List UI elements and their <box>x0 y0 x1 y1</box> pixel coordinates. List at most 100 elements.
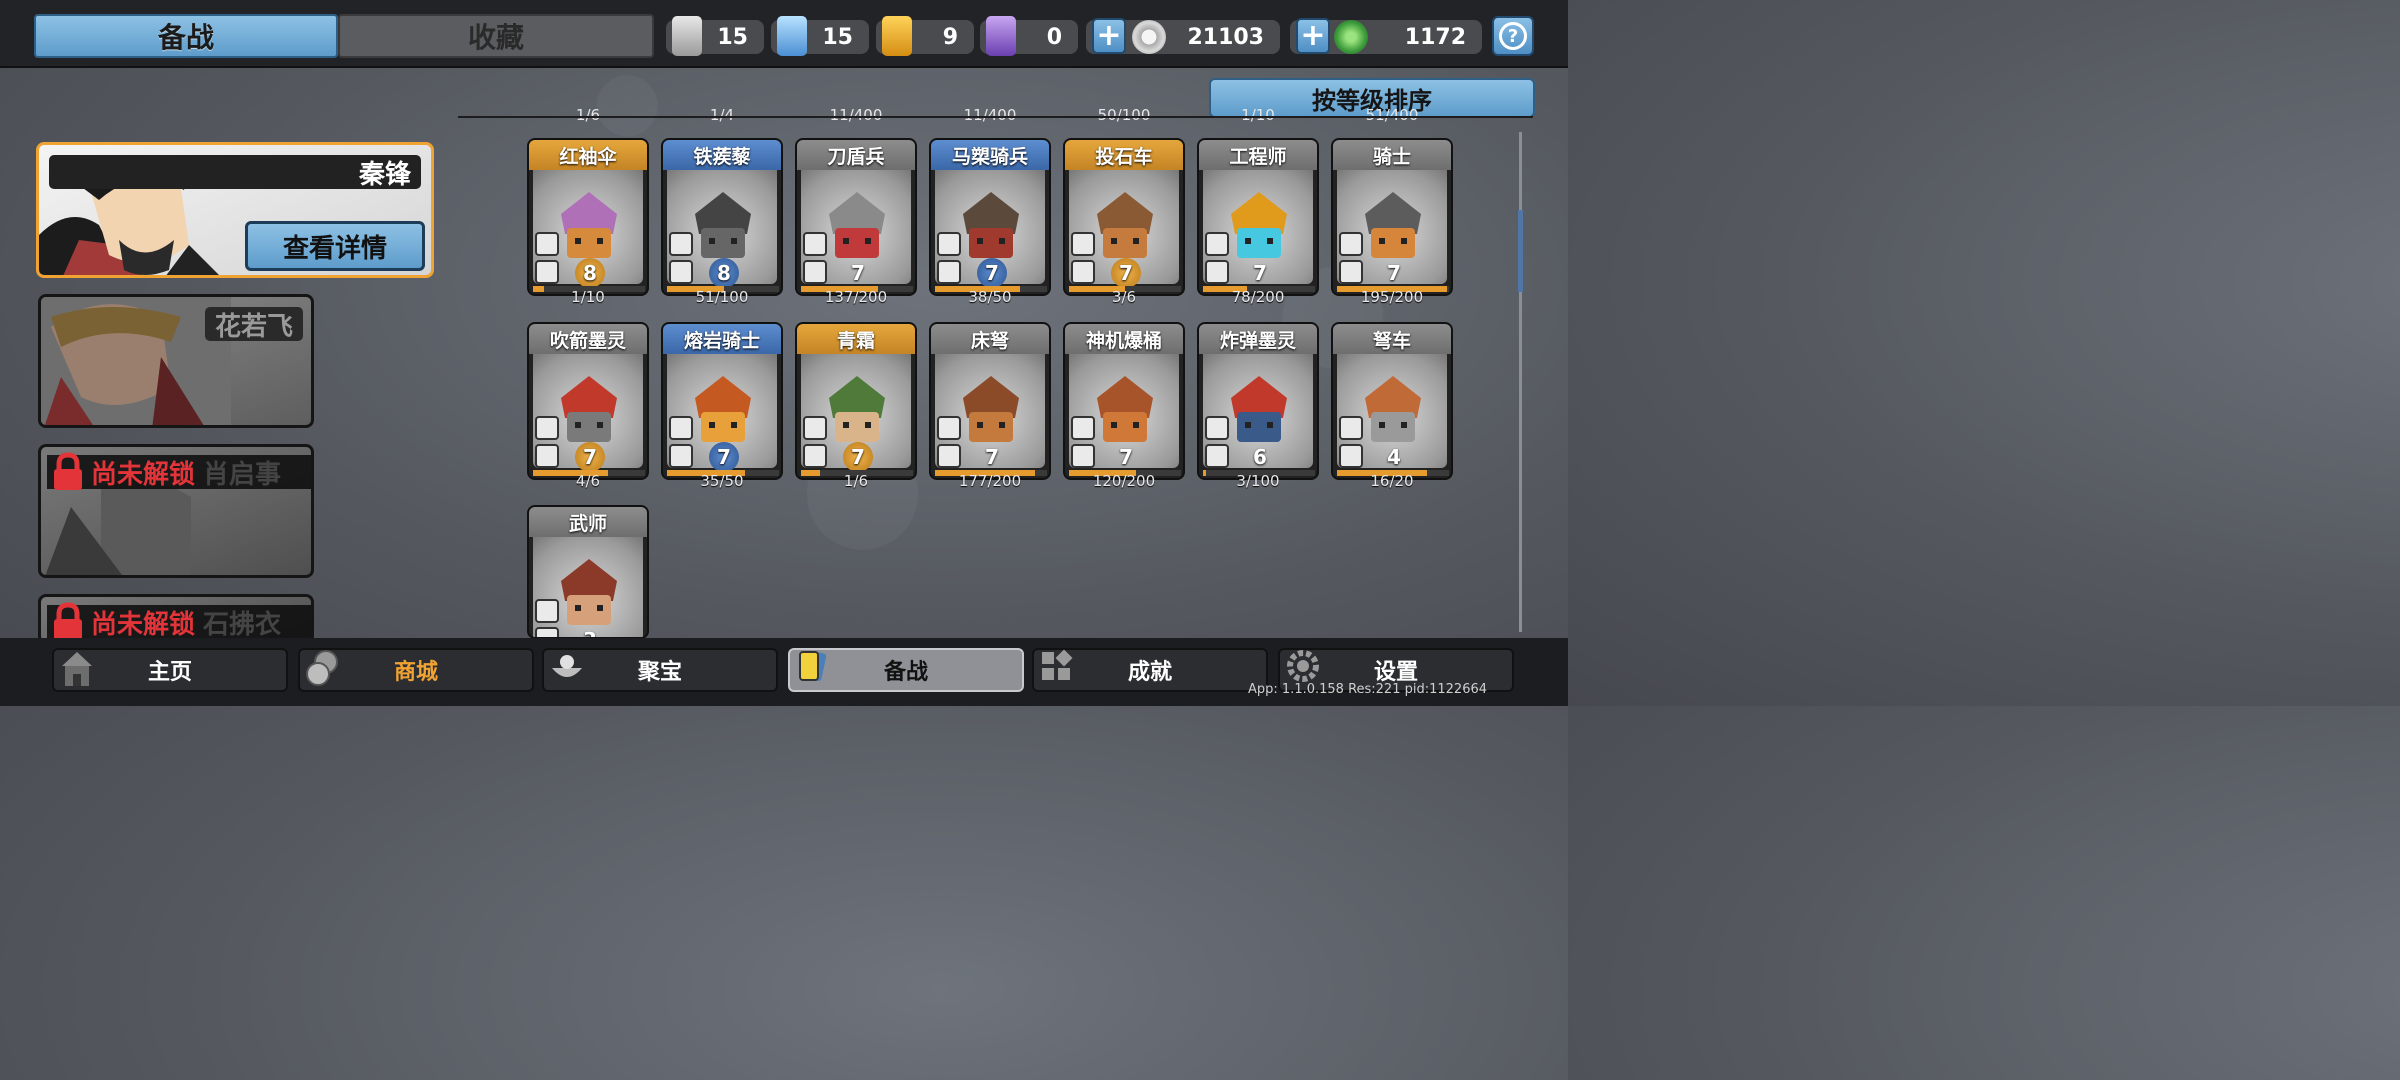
nav-treasure[interactable]: 聚宝 <box>542 648 778 692</box>
unit-card[interactable]: 熔岩骑士 7 <box>661 322 783 480</box>
tab-prepare[interactable]: 备战 <box>34 14 338 58</box>
unit-portrait <box>963 192 1019 258</box>
unit-portrait <box>561 192 617 258</box>
unit-progress-text: 1/10 <box>571 288 605 306</box>
unit-name: 红袖伞 <box>529 140 647 170</box>
locked-banner: 尚未解锁 肖启事 <box>47 452 311 490</box>
unit-portrait <box>561 376 617 442</box>
unit-trait-icon <box>1205 232 1229 256</box>
nav-shop[interactable]: 商城 <box>298 648 534 692</box>
unit-portrait <box>1097 376 1153 442</box>
unit-name: 工程师 <box>1199 140 1317 170</box>
unit-name: 刀盾兵 <box>797 140 915 170</box>
unit-name: 神机爆桶 <box>1065 324 1183 354</box>
nav-achievements[interactable]: 成就 <box>1032 648 1268 692</box>
unit-grid-scrollbar[interactable] <box>1519 132 1522 632</box>
unit-level: 7 <box>1387 261 1401 285</box>
unit-portrait <box>695 192 751 258</box>
nav-label: 商城 <box>393 660 438 685</box>
nav-home[interactable]: 主页 <box>52 648 288 692</box>
unit-card[interactable]: 吹箭墨灵 7 <box>527 322 649 480</box>
unit-level: 8 <box>575 258 605 288</box>
nav-label: 成就 <box>1127 660 1172 685</box>
tab-collection[interactable]: 收藏 <box>338 14 654 58</box>
unit-trait-icon <box>669 260 693 284</box>
achievement-icon <box>1042 649 1073 680</box>
unit-name: 投石车 <box>1065 140 1183 170</box>
unit-card[interactable]: 武师3 <box>527 505 649 639</box>
unit-name: 吹箭墨灵 <box>529 324 647 354</box>
hero-card-xiaoqishi[interactable]: 尚未解锁 肖启事 <box>38 444 314 578</box>
unit-trait-icon <box>1339 260 1363 284</box>
unit-card[interactable]: 骑士 7 <box>1331 138 1453 296</box>
view-details-button[interactable]: 查看详情 <box>245 221 425 271</box>
hero-card-qinfeng[interactable]: 秦锋 查看详情 <box>36 142 434 278</box>
unit-trait-icon <box>1339 416 1363 440</box>
unit-trait-icon <box>535 260 559 284</box>
unit-card[interactable]: 青霜 7 <box>795 322 917 480</box>
partial-progress-label: 1/4 <box>709 106 735 124</box>
resource-value: 15 <box>822 24 853 50</box>
unit-trait-icon <box>669 232 693 256</box>
unit-progress-text: 78/200 <box>1231 288 1285 306</box>
unit-trait-icon <box>535 232 559 256</box>
unit-card[interactable]: 床弩 7 <box>929 322 1051 480</box>
unit-card[interactable]: 铁蒺藜 8 <box>661 138 783 296</box>
unit-name: 青霜 <box>797 324 915 354</box>
unit-trait-icon <box>803 444 827 468</box>
unit-progress-text: 3/6 <box>1111 288 1137 306</box>
unit-level: 8 <box>709 258 739 288</box>
currency-value: 1172 <box>1404 24 1466 50</box>
unit-portrait <box>1231 192 1287 258</box>
nav-label: 备战 <box>883 660 928 685</box>
unit-card[interactable]: 炸弹墨灵 6 <box>1197 322 1319 480</box>
unit-progress-text: 38/50 <box>968 288 1012 306</box>
unit-name: 床弩 <box>931 324 1049 354</box>
resource-value: 15 <box>717 24 748 50</box>
unit-card[interactable]: 刀盾兵 7 <box>795 138 917 296</box>
hero-name-plate: 秦锋 <box>49 155 421 190</box>
card-deck-icon <box>799 650 827 682</box>
unit-trait-icon <box>1339 232 1363 256</box>
unit-trait-icon <box>1205 416 1229 440</box>
unit-progress-text: 177/200 <box>958 472 1022 490</box>
locked-label: 尚未解锁 <box>91 459 196 490</box>
silver-coin-icon <box>1132 20 1166 54</box>
nav-prepare[interactable]: 备战 <box>788 648 1024 692</box>
unit-progress-text: 16/20 <box>1370 472 1414 490</box>
top-bar: 备战 收藏 15 15 9 0 21103 + 1172 + ? <box>0 0 1568 68</box>
hero-card-shifuyi[interactable]: 尚未解锁 石拂衣 <box>38 594 314 644</box>
unit-card[interactable]: 工程师 7 <box>1197 138 1319 296</box>
unit-name: 铁蒺藜 <box>663 140 781 170</box>
unit-level: 7 <box>709 442 739 472</box>
add-silver-button[interactable]: + <box>1092 18 1126 54</box>
hero-name: 秦锋 <box>358 159 411 190</box>
unit-card[interactable]: 投石车 7 <box>1063 138 1185 296</box>
unit-trait-icon <box>1205 260 1229 284</box>
unit-card[interactable]: 马槊骑兵 7 <box>929 138 1051 296</box>
lock-icon <box>54 602 82 640</box>
unit-trait-icon <box>937 444 961 468</box>
hero-portrait <box>41 297 231 425</box>
unit-trait-icon <box>535 444 559 468</box>
hero-card-huaruofei[interactable]: 花若飞 <box>38 294 314 428</box>
resource-blue-crystal: 15 <box>771 16 869 56</box>
unit-progress-text: 1/6 <box>843 472 869 490</box>
unit-level: 7 <box>575 442 605 472</box>
unit-level: 6 <box>1253 445 1267 469</box>
unit-trait-icon <box>803 416 827 440</box>
unit-portrait <box>829 192 885 258</box>
unit-card[interactable]: 红袖伞 8 <box>527 138 649 296</box>
unit-trait-icon <box>803 260 827 284</box>
unit-portrait <box>1365 192 1421 258</box>
unit-card[interactable]: 神机爆桶 7 <box>1063 322 1185 480</box>
add-jade-button[interactable]: + <box>1296 18 1330 54</box>
unit-trait-icon <box>1205 444 1229 468</box>
scrollbar-thumb[interactable] <box>1518 210 1523 292</box>
resource-value: 0 <box>1046 24 1062 50</box>
hero-name: 肖启事 <box>203 459 282 490</box>
unit-card[interactable]: 弩车 4 <box>1331 322 1453 480</box>
unit-progress-text: 137/200 <box>824 288 888 306</box>
help-button[interactable]: ? <box>1492 16 1534 56</box>
hero-name: 花若飞 <box>214 311 293 342</box>
